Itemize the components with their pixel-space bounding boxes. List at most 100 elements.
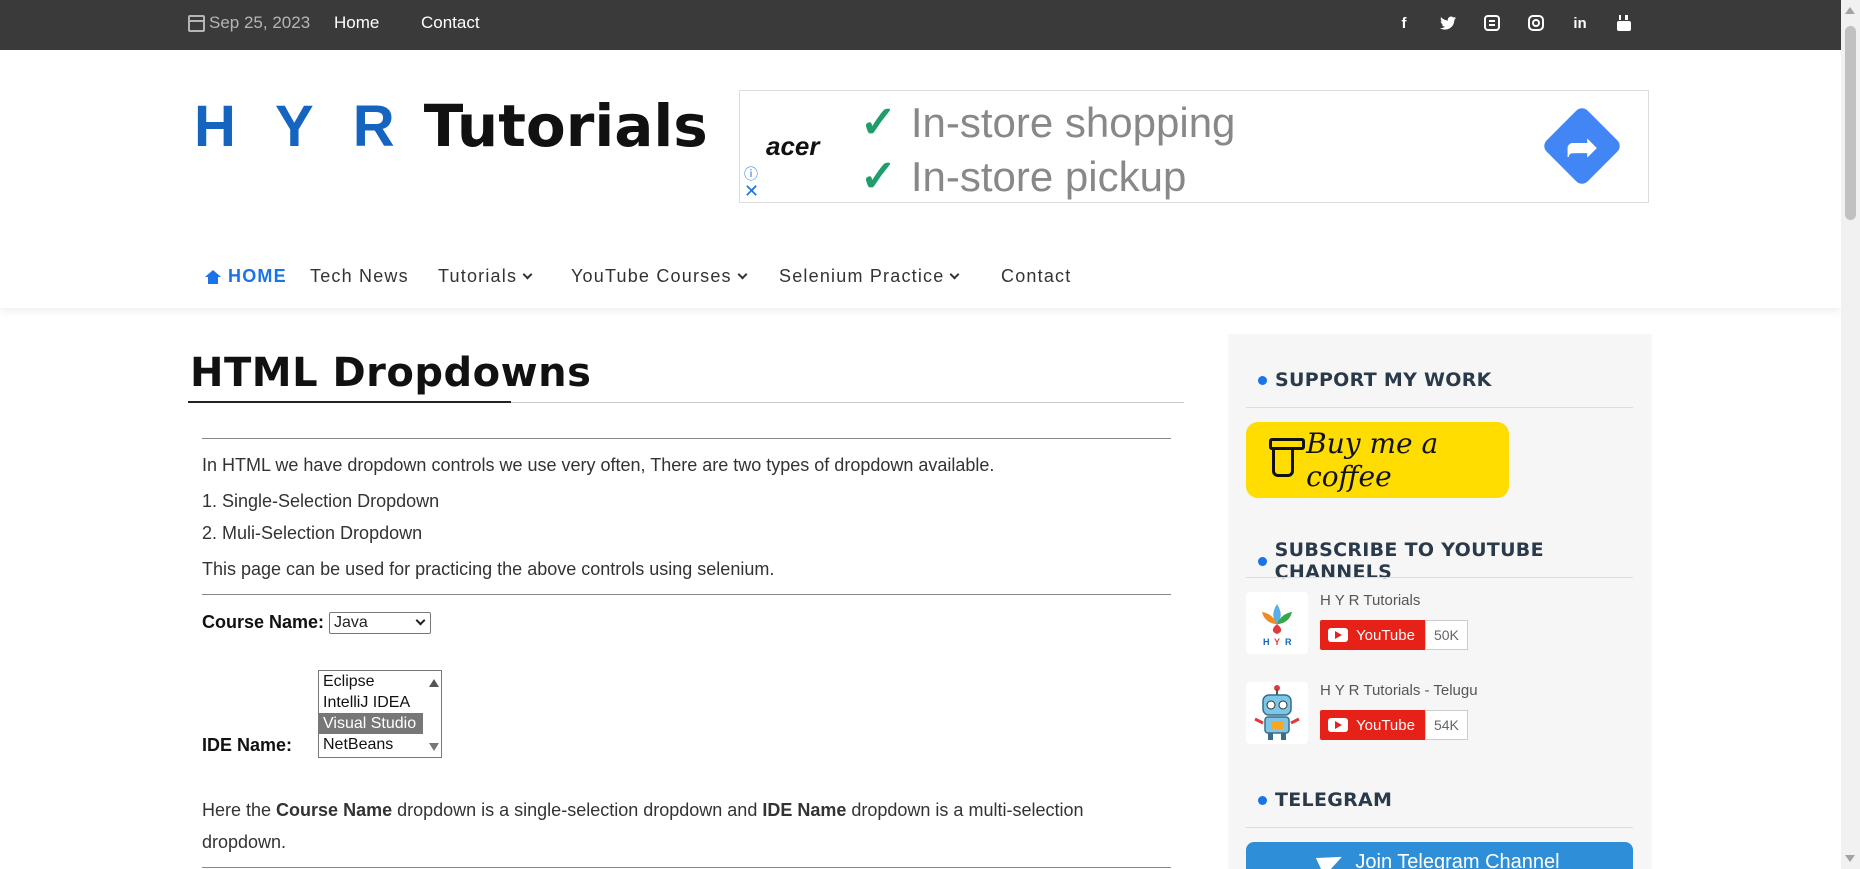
bullet-icon <box>1258 375 1267 385</box>
listbox-scrollbar[interactable] <box>425 671 441 757</box>
chevron-down-icon <box>950 269 960 280</box>
title-underline <box>188 401 511 403</box>
logo-hyr-text: H Y R <box>194 94 407 159</box>
social-links: f in <box>1393 12 1635 34</box>
explanation-part: Here the <box>202 800 277 820</box>
home-icon <box>205 269 221 284</box>
divider <box>202 867 1171 868</box>
youtube-button-text: YouTube <box>1356 626 1415 644</box>
nav-item-tech-news[interactable]: Tech News <box>310 266 409 287</box>
main-nav: HOME Tech News Tutorials YouTube Courses… <box>0 244 1841 308</box>
support-heading-text: SUPPORT MY WORK <box>1275 369 1492 391</box>
page-title: HTML Dropdowns <box>190 350 592 396</box>
youtube-play-icon <box>1328 628 1348 642</box>
sidebar: SUPPORT MY WORK Buy me a coffee SUBSCRIB… <box>1228 334 1652 869</box>
channel-row: H Y R Tutorials - Telugu YouTube 54K <box>1246 682 1646 744</box>
bullet-icon <box>1258 556 1267 566</box>
ide-name-listbox[interactable]: Eclipse IntelliJ IDEA Visual Studio NetB… <box>318 670 442 758</box>
topbar-home-link[interactable]: Home <box>334 13 379 33</box>
coffee-cup-icon <box>1268 438 1306 477</box>
date-display: Sep 25, 2023 <box>188 13 310 33</box>
svg-text:R: R <box>1285 637 1292 647</box>
channel-row: H Y R H Y R Tutorials YouTube 50K <box>1246 592 1646 654</box>
nav-item-home[interactable]: HOME <box>205 266 287 287</box>
telegram-heading: TELEGRAM <box>1258 789 1392 811</box>
nav-item-label: Selenium Practice <box>779 266 945 286</box>
divider <box>202 594 1171 595</box>
nav-item-label: YouTube Courses <box>571 266 732 286</box>
ide-option[interactable]: IntelliJ IDEA <box>319 692 423 713</box>
chevron-down-icon <box>737 269 748 280</box>
ide-name-label: IDE Name: <box>202 735 293 755</box>
practice-text: This page can be used for practicing the… <box>202 559 775 579</box>
chevron-down-icon <box>522 269 533 280</box>
page: Sep 25, 2023 Home Contact f in H Y R Tut… <box>0 0 1860 869</box>
youtube-subscribe-button[interactable]: YouTube 54K <box>1320 710 1468 740</box>
ad-brand: acer <box>766 131 820 161</box>
scrollbar-thumb[interactable] <box>1845 26 1856 220</box>
ad-close-icon[interactable]: ✕ <box>744 181 759 202</box>
join-telegram-button[interactable]: Join Telegram Channel <box>1246 842 1633 869</box>
twitter-icon[interactable] <box>1437 12 1459 34</box>
calendar-icon <box>188 14 205 32</box>
course-name-select[interactable]: Java <box>329 612 431 634</box>
divider <box>202 438 1171 439</box>
instagram-icon[interactable] <box>1525 12 1547 34</box>
sidebar-divider <box>1246 827 1633 828</box>
ide-option[interactable]: NetBeans <box>319 734 423 755</box>
course-name-value: Java <box>334 614 368 631</box>
youtube-label[interactable]: YouTube <box>1320 710 1425 740</box>
site-logo[interactable]: H Y R Tutorials <box>194 92 708 160</box>
ad-line-2-text: In-store pickup <box>910 152 1187 200</box>
date-text: Sep 25, 2023 <box>209 13 311 32</box>
ad-line-1: ✓ In-store shopping <box>860 97 1235 148</box>
blogger-icon[interactable] <box>1481 12 1503 34</box>
nav-item-label: Contact <box>1001 266 1072 286</box>
youtube-button-text: YouTube <box>1356 716 1415 734</box>
nav-item-tutorials[interactable]: Tutorials <box>438 266 533 287</box>
nav-item-label: Tech News <box>310 266 409 286</box>
telegram-button-text: Join Telegram Channel <box>1355 850 1560 869</box>
course-name-label: Course Name: <box>202 612 325 632</box>
sidebar-divider <box>1246 407 1633 408</box>
explanation-text: Here the Course Name dropdown is a singl… <box>202 800 1084 821</box>
scroll-down-icon[interactable] <box>1845 855 1855 862</box>
linkedin-icon[interactable]: in <box>1569 12 1591 34</box>
sidebar-divider <box>1246 577 1633 578</box>
bullet-icon <box>1258 795 1267 805</box>
ide-option[interactable]: Eclipse <box>319 671 423 692</box>
nav-item-youtube-courses[interactable]: YouTube Courses <box>571 266 748 287</box>
robot-avatar[interactable] <box>1246 682 1308 744</box>
list-item-single: 1. Single-Selection Dropdown <box>202 491 440 511</box>
nav-item-selenium-practice[interactable]: Selenium Practice <box>779 266 960 287</box>
buy-coffee-button[interactable]: Buy me a coffee <box>1246 422 1509 498</box>
nav-item-label: Tutorials <box>438 266 518 286</box>
ad-line-1-text: In-store shopping <box>910 98 1236 146</box>
nav-item-contact[interactable]: Contact <box>1001 266 1071 287</box>
explanation-part: dropdown is a single-selection dropdown … <box>392 800 763 820</box>
list-item-multi: 2. Muli-Selection Dropdown <box>202 523 423 543</box>
arrow-right-icon: ➦ <box>1566 127 1598 169</box>
facebook-icon[interactable]: f <box>1393 12 1415 34</box>
hyr-logo-avatar[interactable]: H Y R <box>1246 592 1308 654</box>
channel-name[interactable]: H Y R Tutorials <box>1320 592 1420 609</box>
scroll-down-icon[interactable] <box>429 743 439 751</box>
youtube-subscribe-button[interactable]: YouTube 50K <box>1320 620 1468 650</box>
svg-text:H: H <box>1263 637 1270 647</box>
youtube-label[interactable]: YouTube <box>1320 620 1425 650</box>
ad-banner[interactable]: acer ✓ In-store shopping ✓ In-store pick… <box>739 90 1649 203</box>
channel-name[interactable]: H Y R Tutorials - Telugu <box>1320 682 1478 699</box>
page-scrollbar[interactable] <box>1841 0 1860 869</box>
support-heading: SUPPORT MY WORK <box>1258 369 1492 391</box>
intro-text: In HTML we have dropdown controls we use… <box>202 455 995 475</box>
youtube-icon[interactable] <box>1613 12 1635 34</box>
check-icon: ✓ <box>860 98 897 147</box>
scroll-up-icon[interactable] <box>429 679 439 687</box>
top-bar: Sep 25, 2023 Home Contact f in <box>0 0 1841 50</box>
logo-tutorials-text: Tutorials <box>423 92 708 160</box>
scroll-up-icon[interactable] <box>1845 7 1855 14</box>
chevron-down-icon <box>415 615 426 626</box>
ide-option-selected[interactable]: Visual Studio <box>319 713 423 734</box>
topbar-contact-link[interactable]: Contact <box>421 13 480 33</box>
subscriber-count: 50K <box>1424 620 1468 650</box>
